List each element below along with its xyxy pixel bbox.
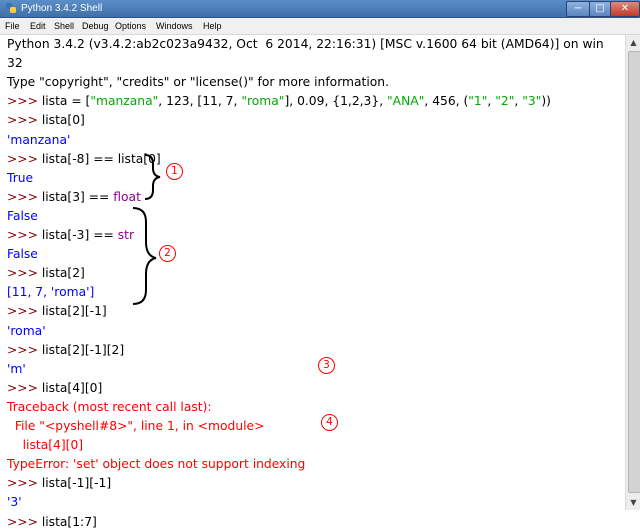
input-line: >>> lista[3] == float [7, 189, 141, 204]
input-line: >>> lista = ["manzana", 123, [11, 7, "ro… [7, 94, 551, 109]
error-line: TypeError: 'set' object does not support… [7, 457, 306, 472]
scroll-up-icon[interactable]: ▲ [626, 35, 640, 50]
annotation-badge-3: 3 [318, 357, 335, 374]
output-line: False [7, 247, 38, 262]
banner-line: Python 3.4.2 (v3.4.2:ab2c023a9432, Oct 6… [7, 37, 604, 51]
output-line: False [7, 208, 38, 223]
title-bar: Python 3.4.2 Shell − □ ✕ [0, 0, 640, 18]
output-line: 'roma' [7, 323, 46, 338]
menu-edit[interactable]: Edit [30, 20, 46, 32]
output-line: 'm' [7, 361, 26, 376]
error-line: File "<pyshell#8>", line 1, in <module> [7, 419, 265, 433]
output-line: True [7, 170, 34, 185]
menu-debug[interactable]: Debug [82, 20, 109, 32]
error-line: lista[4][0] [7, 438, 84, 453]
banner-line: Type "copyright", "credits" or "license(… [7, 75, 390, 90]
input-line: >>> lista[2][-1] [7, 304, 107, 319]
input-line: >>> lista[-1][-1] [7, 476, 112, 491]
menu-file[interactable]: File [5, 20, 20, 32]
output-line: 'manzana' [7, 132, 71, 147]
annotation-badge-4: 4 [321, 414, 338, 431]
annotation-badge-1: 1 [166, 163, 183, 180]
input-line: >>> lista[1:7] [7, 514, 97, 529]
maximize-button[interactable]: □ [589, 1, 611, 17]
menu-shell[interactable]: Shell [54, 20, 74, 32]
banner-line: 32 [7, 56, 23, 71]
menu-help[interactable]: Help [203, 20, 222, 32]
minimize-button[interactable]: − [566, 1, 590, 17]
input-line: >>> lista[-3] == str [7, 228, 135, 242]
shell-editor[interactable]: Python 3.4.2 (v3.4.2:ab2c023a9432, Oct 6… [0, 35, 625, 529]
input-line: >>> lista[-8] == lista[0] [7, 151, 161, 166]
input-line: >>> lista[2] [7, 266, 85, 281]
input-line: >>> lista[4][0] [7, 380, 103, 395]
scroll-down-icon[interactable]: ▼ [626, 495, 640, 510]
window-title: Python 3.4.2 Shell [21, 3, 103, 14]
scroll-thumb[interactable] [628, 51, 640, 493]
menu-windows[interactable]: Windows [156, 20, 193, 32]
menu-options[interactable]: Options [115, 20, 146, 32]
annotation-badge-2: 2 [159, 245, 176, 262]
menu-bar: File Edit Shell Debug Options Windows He… [0, 18, 640, 35]
input-line: >>> lista[0] [7, 113, 85, 128]
python-app-icon [6, 3, 16, 13]
close-button[interactable]: ✕ [610, 1, 640, 17]
vertical-scrollbar[interactable]: ▲ ▼ [625, 35, 640, 510]
output-line: [11, 7, 'roma'] [7, 285, 95, 300]
input-line: >>> lista[2][-1][2] [7, 342, 125, 357]
error-line: Traceback (most recent call last): [7, 399, 212, 414]
